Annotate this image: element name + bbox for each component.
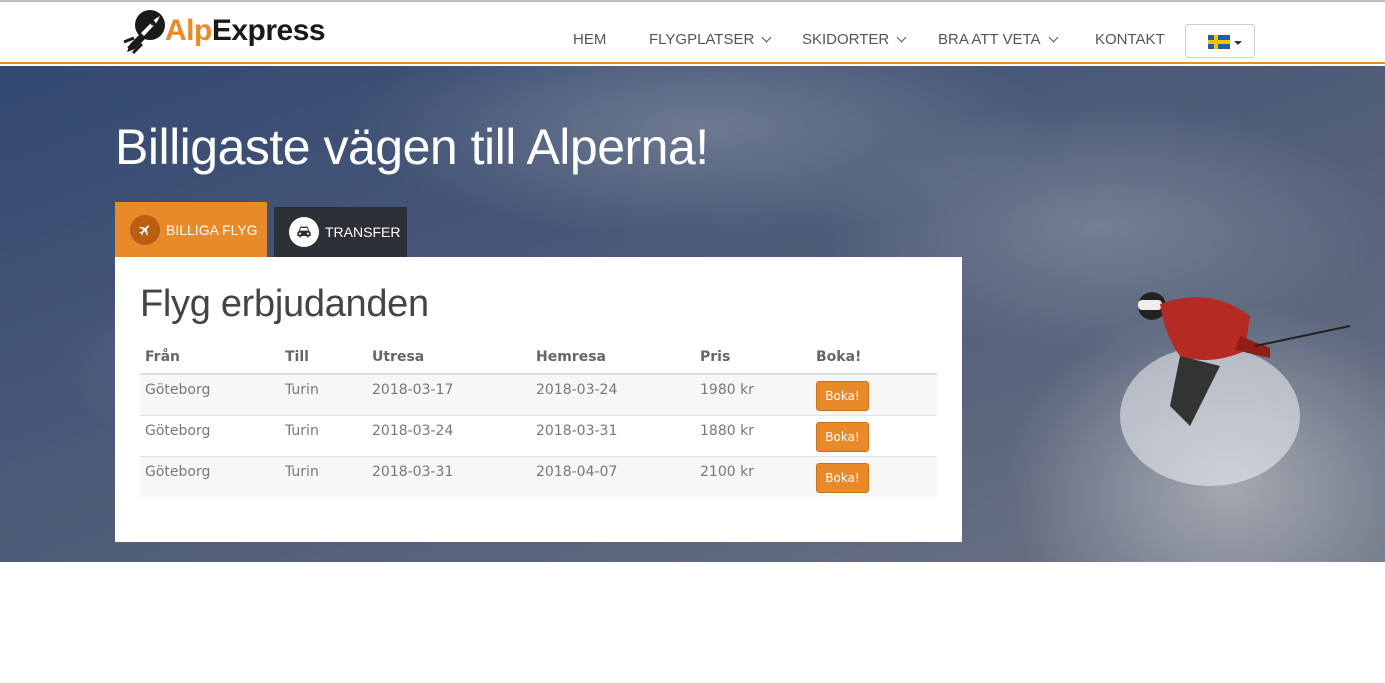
cell-from: Göteborg bbox=[140, 374, 280, 415]
table-header-row: Från Till Utresa Hemresa Pris Boka! bbox=[140, 345, 937, 375]
column-header: Från bbox=[140, 345, 280, 375]
nav-item-flygplatser[interactable]: FLYGPLATSER bbox=[649, 31, 772, 48]
chevron-down-icon bbox=[1048, 32, 1058, 42]
cell-to: Turin bbox=[280, 455, 367, 497]
panel-title: Flyg erbjudanden bbox=[140, 283, 429, 325]
car-icon bbox=[289, 217, 319, 247]
nav-item-hem[interactable]: HEM bbox=[573, 31, 606, 48]
cell-to: Turin bbox=[280, 374, 367, 415]
sweden-flag-icon bbox=[1208, 35, 1230, 49]
cell-return: 2018-03-24 bbox=[531, 374, 695, 415]
nav-item-skidorter[interactable]: SKIDORTER bbox=[802, 31, 907, 48]
tab-label: BILLIGA FLYG bbox=[166, 221, 258, 238]
caret-down-icon bbox=[1234, 41, 1242, 45]
column-header: Hemresa bbox=[531, 345, 695, 375]
column-header: Utresa bbox=[367, 345, 531, 375]
cell-price: 1880 kr bbox=[695, 414, 811, 456]
cell-from: Göteborg bbox=[140, 455, 280, 497]
nav-item-label: HEM bbox=[573, 31, 607, 48]
book-button[interactable]: Boka! bbox=[816, 462, 869, 493]
main-nav: HEM FLYGPLATSER SKIDORTER BRA ATT VETA K… bbox=[0, 2, 1385, 64]
nav-item-bra-att-veta[interactable]: BRA ATT VETA bbox=[938, 31, 1058, 48]
hero-title: Billigaste vägen till Alperna! bbox=[115, 119, 709, 175]
nav-item-label: BRA ATT VETA bbox=[938, 31, 1041, 48]
column-header: Till bbox=[280, 345, 367, 375]
chevron-down-icon bbox=[896, 32, 907, 42]
book-button[interactable]: Boka! bbox=[816, 381, 869, 411]
offers-table: Från Till Utresa Hemresa Pris Boka! Göte… bbox=[140, 345, 937, 497]
nav-item-label: KONTAKT bbox=[1095, 31, 1165, 48]
tab-transfer[interactable]: TRANSFER bbox=[274, 207, 407, 257]
nav-item-kontakt[interactable]: KONTAKT bbox=[1095, 31, 1165, 48]
cell-outbound: 2018-03-31 bbox=[367, 455, 531, 497]
column-header: Boka! bbox=[811, 345, 937, 375]
tab-billiga-flyg[interactable]: BILLIGA FLYG bbox=[115, 202, 267, 257]
table-row: Göteborg Turin 2018-03-24 2018-03-31 188… bbox=[140, 414, 937, 456]
table-row: Göteborg Turin 2018-03-17 2018-03-24 198… bbox=[140, 374, 937, 415]
cell-return: 2018-04-07 bbox=[531, 455, 695, 497]
cell-to: Turin bbox=[280, 414, 367, 456]
tab-label: TRANSFER bbox=[325, 224, 401, 240]
skier-image bbox=[1120, 292, 1350, 486]
language-selector[interactable] bbox=[1185, 24, 1255, 58]
cell-return: 2018-03-31 bbox=[531, 414, 695, 456]
cell-from: Göteborg bbox=[140, 414, 280, 456]
cell-price: 2100 kr bbox=[695, 455, 811, 497]
cell-outbound: 2018-03-17 bbox=[367, 374, 531, 415]
cell-outbound: 2018-03-24 bbox=[367, 414, 531, 456]
airplane-icon bbox=[130, 214, 160, 245]
column-header: Pris bbox=[695, 345, 811, 375]
nav-item-label: SKIDORTER bbox=[802, 31, 890, 48]
book-button[interactable]: Boka! bbox=[816, 421, 869, 452]
site-header: AlpExpress HEM FLYGPLATSER SKIDORTER BRA… bbox=[0, 2, 1385, 64]
cell-price: 1980 kr bbox=[695, 374, 811, 415]
chevron-down-icon bbox=[761, 32, 772, 42]
nav-item-label: FLYGPLATSER bbox=[649, 31, 755, 48]
table-row: Göteborg Turin 2018-03-31 2018-04-07 210… bbox=[140, 455, 937, 497]
flight-offers-panel: Flyg erbjudanden Från Till Utresa Hemres… bbox=[115, 257, 962, 542]
